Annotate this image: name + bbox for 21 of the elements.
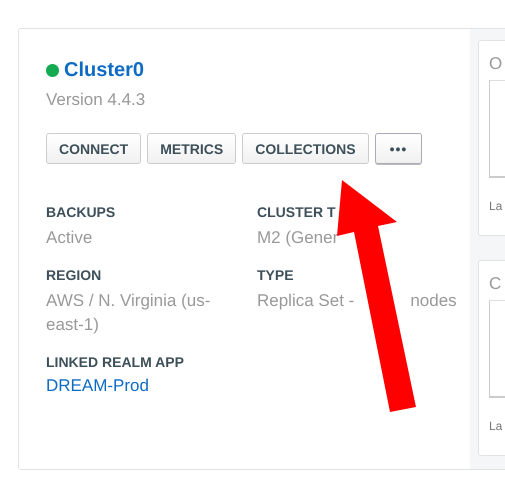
detail-value: AWS / N. Virginia (us-east-1) xyxy=(46,290,212,336)
detail-value: M2 (Gener xyxy=(257,227,338,249)
side-card-footer: La xyxy=(489,199,505,213)
realm-app-link[interactable]: DREAM-Prod xyxy=(46,376,149,396)
detail-value: Replica Set - xyxy=(257,290,354,312)
more-button[interactable]: ••• xyxy=(374,133,422,164)
version-text: Version 4.4.3 xyxy=(46,90,146,110)
detail-label: CLUSTER T xyxy=(257,204,337,220)
side-card-footer: La xyxy=(489,419,505,433)
side-card-title: C xyxy=(489,274,502,294)
cluster-name-link[interactable]: Cluster0 xyxy=(64,59,144,82)
action-button[interactable]: METRICS xyxy=(147,133,236,164)
detail-value: Active xyxy=(46,227,92,249)
detail-value: nodes xyxy=(410,290,457,312)
detail-label: LINKED REALM APP xyxy=(46,354,185,370)
action-button[interactable]: CONNECT xyxy=(46,133,142,164)
side-card-title: O xyxy=(489,54,504,74)
action-button[interactable]: COLLECTIONS xyxy=(242,133,369,164)
detail-label: BACKUPS xyxy=(46,204,116,220)
detail-label: REGION xyxy=(46,266,102,283)
detail-label: TYPE xyxy=(257,266,295,283)
